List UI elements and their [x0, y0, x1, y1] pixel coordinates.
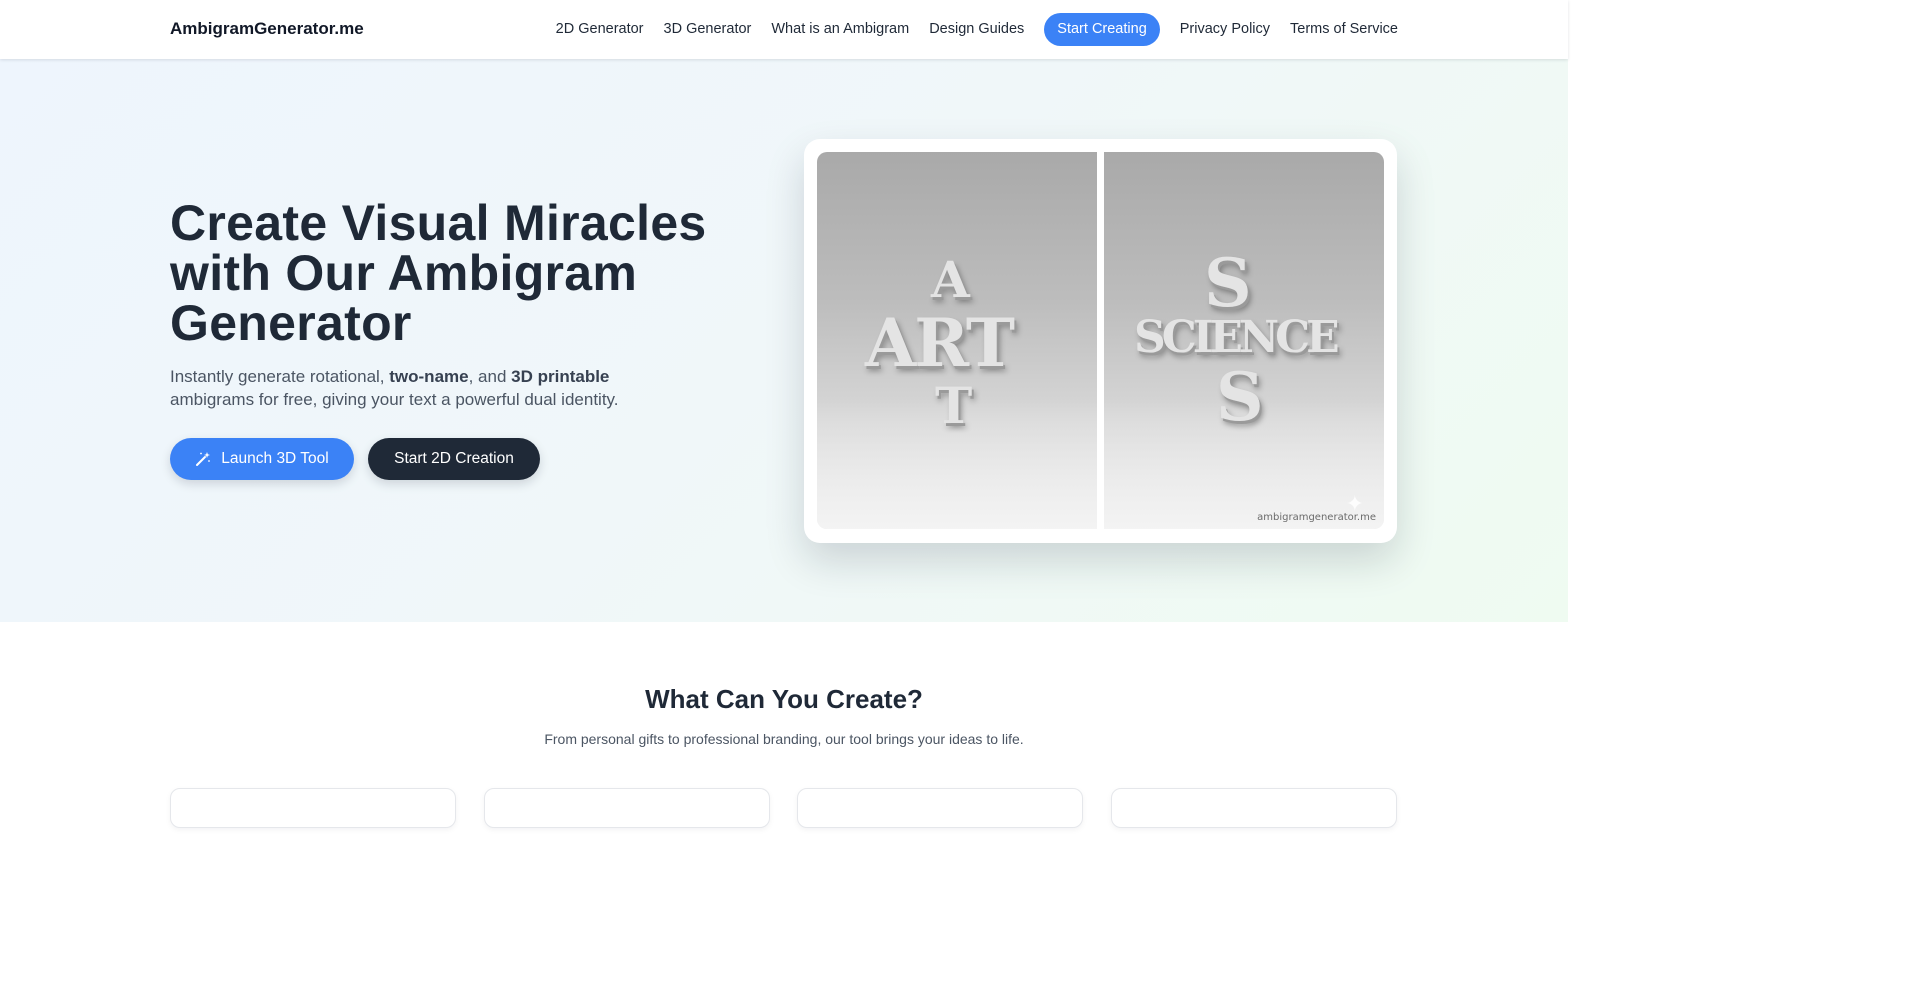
start-2d-creation-button[interactable]: Start 2D Creation [368, 438, 540, 480]
feature-card[interactable] [1111, 788, 1397, 828]
hero-image-card: A ART T S SCIENCE S ✦ ambigramgenerator.… [804, 139, 1397, 543]
hero-title: Create Visual Miracles with Our Ambigram… [170, 195, 707, 351]
start-2d-creation-label: Start 2D Creation [394, 450, 514, 467]
hero-subtitle-bold-two-name: two-name [389, 367, 469, 386]
nav-link-design-guides[interactable]: Design Guides [929, 13, 1024, 46]
feature-card[interactable] [797, 788, 1083, 828]
magic-wand-icon [196, 452, 211, 466]
hero-subtitle: Instantly generate rotational, two-name,… [170, 365, 670, 411]
science-vertical-bottom-letter: S [1216, 358, 1264, 436]
hero-subtitle-part1: Instantly generate rotational, [170, 367, 390, 386]
hero-subtitle-part3: ambigrams for free, giving your text a p… [170, 390, 619, 409]
art-vertical-top-letter: A [931, 250, 970, 309]
feature-card[interactable] [484, 788, 770, 828]
science-vertical-top-letter: S [1204, 244, 1252, 322]
ambigram-art-image: A ART T [817, 152, 1097, 529]
launch-3d-tool-label: Launch 3D Tool [221, 450, 329, 467]
features-title: What Can You Create? [645, 684, 923, 714]
start-creating-button[interactable]: Start Creating [1044, 13, 1160, 46]
nav-links: 2D Generator 3D Generator What is an Amb… [556, 13, 1398, 46]
nav-link-what-is-ambigram[interactable]: What is an Ambigram [771, 13, 909, 46]
hero-section: Create Visual Miracles with Our Ambigram… [0, 59, 1568, 622]
launch-3d-tool-button[interactable]: Launch 3D Tool [170, 438, 354, 480]
brand-logo[interactable]: AmbigramGenerator.me [170, 19, 364, 39]
nav-link-terms-of-service[interactable]: Terms of Service [1290, 13, 1398, 46]
art-vertical-bottom-letter: T [935, 376, 973, 435]
feature-card[interactable] [170, 788, 456, 828]
science-word: SCIENCE [1134, 312, 1340, 363]
nav-link-3d-generator[interactable]: 3D Generator [664, 13, 752, 46]
nav-link-2d-generator[interactable]: 2D Generator [556, 13, 644, 46]
nav-link-privacy-policy[interactable]: Privacy Policy [1180, 13, 1270, 46]
ambigram-science-image: S SCIENCE S ✦ ambigramgenerator.me [1104, 152, 1384, 529]
hero-subtitle-part2: , and [468, 367, 512, 386]
image-watermark: ambigramgenerator.me [1257, 512, 1376, 523]
features-subtitle: From personal gifts to professional bran… [544, 731, 1024, 747]
art-word: ART [865, 304, 1015, 382]
hero-subtitle-bold-3d-printable: 3D printable [511, 367, 610, 386]
top-navbar: AmbigramGenerator.me 2D Generator 3D Gen… [0, 0, 1568, 59]
